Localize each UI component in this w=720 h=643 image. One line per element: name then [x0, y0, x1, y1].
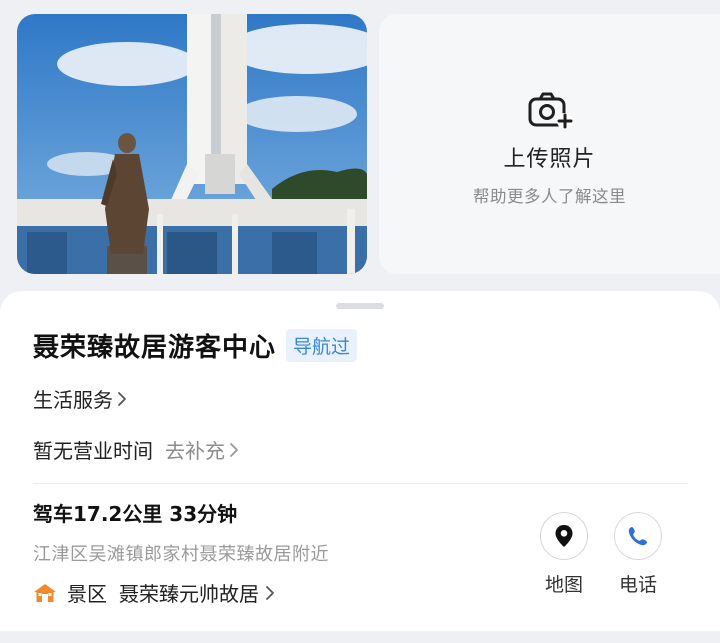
business-hours-text: 暂无营业时间: [33, 439, 153, 463]
scenic-name: 聂荣臻元帅故居: [119, 582, 259, 606]
poi-address: 江津区吴滩镇郎家村聂荣臻故居附近: [33, 544, 329, 565]
poi-detail-sheet: 聂荣臻故居游客中心 导航过 生活服务 暂无营业时间 去补充 驾车17.2公里 3…: [0, 291, 720, 631]
chevron-right-icon: [266, 585, 274, 600]
camera-plus-icon: [528, 92, 573, 129]
phone-button-circle: [614, 512, 662, 560]
chevron-right-icon: [230, 442, 238, 457]
map-button-label: 地图: [544, 574, 583, 596]
drive-distance-time: 驾车17.2公里 33分钟: [33, 502, 238, 526]
upload-title: 上传照片: [503, 147, 596, 172]
location-pin-icon: [555, 525, 573, 547]
photo-strip: 上传照片 帮助更多人了解这里: [0, 0, 720, 292]
phone-button[interactable]: 电话: [608, 512, 668, 597]
bottom-band: [0, 631, 720, 643]
home-icon: [34, 583, 56, 602]
scenic-category: 景区: [67, 582, 107, 606]
business-hours-row: 暂无营业时间 去补充: [33, 435, 239, 464]
upload-photo-card[interactable]: 上传照片 帮助更多人了解这里: [379, 14, 720, 274]
section-divider: [33, 483, 688, 484]
poi-title: 聂荣臻故居游客中心: [33, 333, 277, 363]
add-hours-link[interactable]: 去补充: [165, 435, 239, 464]
chevron-right-icon: [118, 391, 126, 406]
phone-icon: [628, 527, 647, 546]
phone-button-label: 电话: [618, 574, 657, 596]
poi-category-link[interactable]: 生活服务: [33, 384, 127, 413]
upload-subtitle: 帮助更多人了解这里: [473, 187, 626, 206]
poi-title-row: 聂荣臻故居游客中心 导航过: [33, 327, 358, 364]
monument-photo-image: [17, 14, 367, 274]
navigated-badge: 导航过: [286, 329, 358, 362]
add-hours-label: 去补充: [165, 439, 225, 463]
map-button[interactable]: 地图: [534, 512, 594, 597]
poi-photo[interactable]: [17, 14, 367, 274]
scenic-area-link[interactable]: 景区 聂荣臻元帅故居: [33, 578, 275, 607]
map-button-circle: [540, 512, 588, 560]
sheet-drag-handle[interactable]: [336, 303, 384, 309]
poi-category-label: 生活服务: [33, 388, 113, 412]
